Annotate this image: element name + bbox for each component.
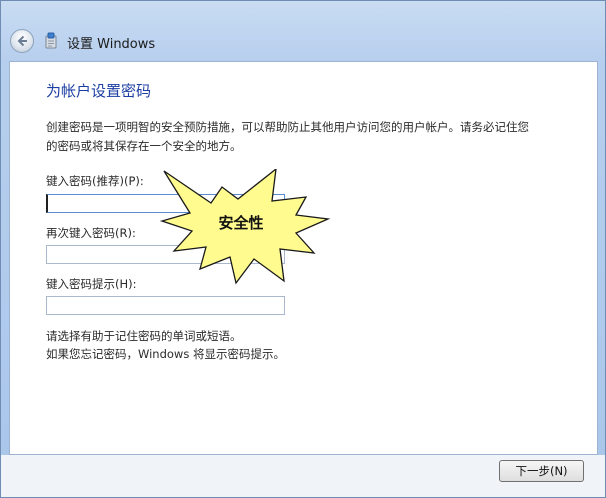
helper-line-2: 如果您忘记密码，Windows 将显示密码提示。 <box>46 347 285 361</box>
back-button[interactable] <box>10 29 34 53</box>
title-bar: 设置 Windows <box>1 23 605 59</box>
description-line-2: 的密码或将其保存在一个安全的地方。 <box>46 139 242 153</box>
window-frame: 设置 Windows 为帐户设置密码 创建密码是一项明智的安全预防措施，可以帮助… <box>0 0 606 498</box>
helper-line-1: 请选择有助于记住密码的单词或短语。 <box>46 329 242 343</box>
description-line-1: 创建密码是一项明智的安全预防措施，可以帮助防止其他用户访问您的用户帐户。请务必记… <box>46 120 529 134</box>
page-heading: 为帐户设置密码 <box>46 82 152 100</box>
next-button[interactable]: 下一步(N) <box>499 460 584 482</box>
callout-text: 安全性 <box>218 214 264 232</box>
password-hint-label: 键入密码提示(H): <box>46 277 137 291</box>
password-hint-field[interactable] <box>46 296 285 315</box>
description-text: 创建密码是一项明智的安全预防措施，可以帮助防止其他用户访问您的用户帐户。请务必记… <box>46 118 566 156</box>
confirm-password-label: 再次键入密码(R): <box>46 226 136 240</box>
password-label: 键入密码(推荐)(P): <box>46 174 144 188</box>
footer-bar: 下一步(N) <box>1 455 605 497</box>
setup-icon <box>43 32 59 50</box>
back-arrow-icon <box>17 35 27 47</box>
window-title: 设置 Windows <box>67 37 156 52</box>
